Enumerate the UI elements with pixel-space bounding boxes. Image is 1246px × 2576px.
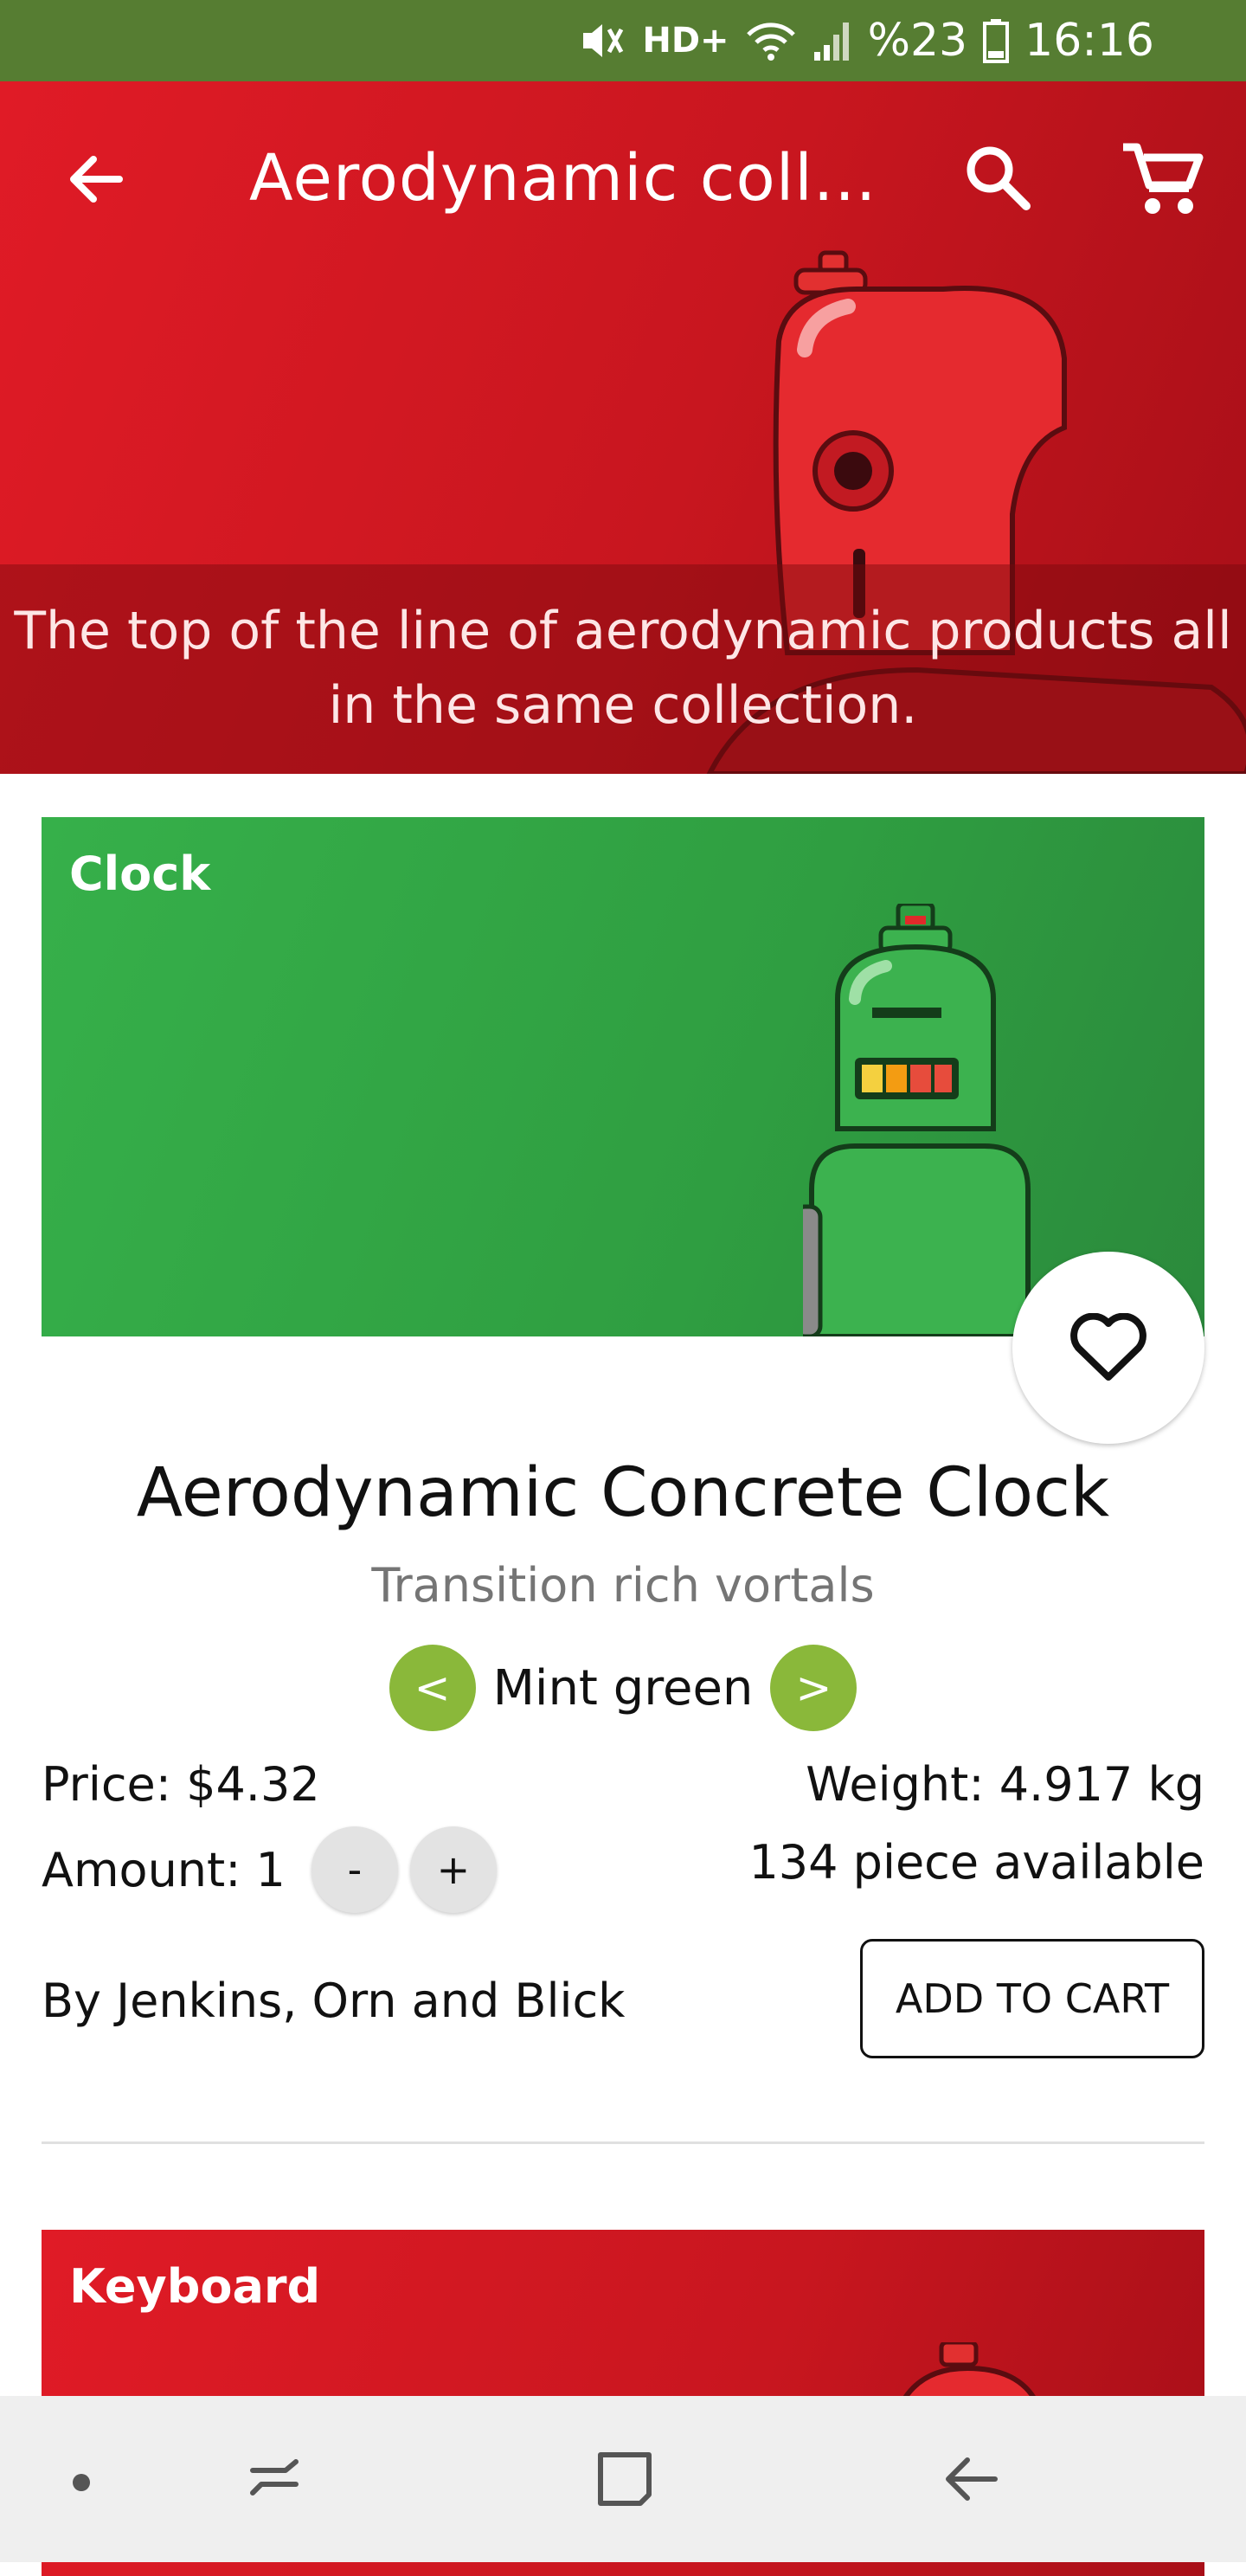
- recent-apps-icon[interactable]: [242, 2444, 312, 2514]
- nav-dot-icon[interactable]: [73, 2474, 90, 2491]
- clock-time: 16:16: [1024, 15, 1154, 67]
- network-type: HD+: [642, 21, 729, 61]
- heart-icon: [1070, 1313, 1146, 1381]
- status-bar: HD+ %23 16:16: [0, 0, 1246, 81]
- previous-variant-button[interactable]: <: [389, 1645, 476, 1731]
- product-banner[interactable]: Clock: [42, 817, 1204, 1336]
- battery-icon: [983, 19, 1010, 63]
- product-tagline: Transition rich vortals: [371, 1558, 875, 1613]
- variant-name: Mint green: [492, 1659, 754, 1716]
- back-arrow-icon[interactable]: [59, 140, 137, 218]
- collection-header: Aerodynamic coll... The top of the line …: [0, 81, 1246, 774]
- signal-icon: [813, 23, 849, 61]
- wifi-icon: [746, 23, 795, 61]
- status-icons: HD+ %23 16:16: [578, 0, 1154, 81]
- favorite-button[interactable]: [1012, 1252, 1204, 1444]
- next-variant-button[interactable]: >: [770, 1645, 857, 1731]
- product-price: Price: $4.32: [42, 1757, 320, 1812]
- amount-label: Amount: 1: [42, 1842, 286, 1897]
- product-weight: Weight: 4.917 kg: [806, 1757, 1204, 1812]
- product-name: Aerodynamic Concrete Clock: [136, 1454, 1110, 1532]
- page-title: Aerodynamic coll...: [249, 141, 877, 216]
- decrease-amount-button[interactable]: -: [311, 1826, 398, 1913]
- variant-selector: < Mint green >: [0, 1645, 1246, 1731]
- collection-description: The top of the line of aerodynamic produ…: [0, 564, 1246, 774]
- next-product-category: Keyboard: [69, 2259, 321, 2314]
- home-icon[interactable]: [592, 2444, 661, 2514]
- product-maker: By Jenkins, Orn and Blick: [42, 1974, 626, 2028]
- search-icon[interactable]: [959, 138, 1037, 216]
- product-category: Clock: [69, 847, 211, 901]
- card-divider: [42, 2141, 1204, 2144]
- stock-availability: 134 piece available: [748, 1835, 1204, 1890]
- add-to-cart-button[interactable]: ADD TO CART: [860, 1939, 1204, 2058]
- amount-stepper: Amount: 1 - +: [42, 1826, 509, 1913]
- cart-icon[interactable]: [1118, 135, 1204, 222]
- app-bar: Aerodynamic coll...: [0, 81, 1246, 275]
- increase-amount-button[interactable]: +: [409, 1826, 497, 1913]
- back-nav-icon[interactable]: [938, 2444, 1007, 2514]
- battery-percent: %23: [867, 15, 968, 67]
- mute-icon: [583, 24, 624, 57]
